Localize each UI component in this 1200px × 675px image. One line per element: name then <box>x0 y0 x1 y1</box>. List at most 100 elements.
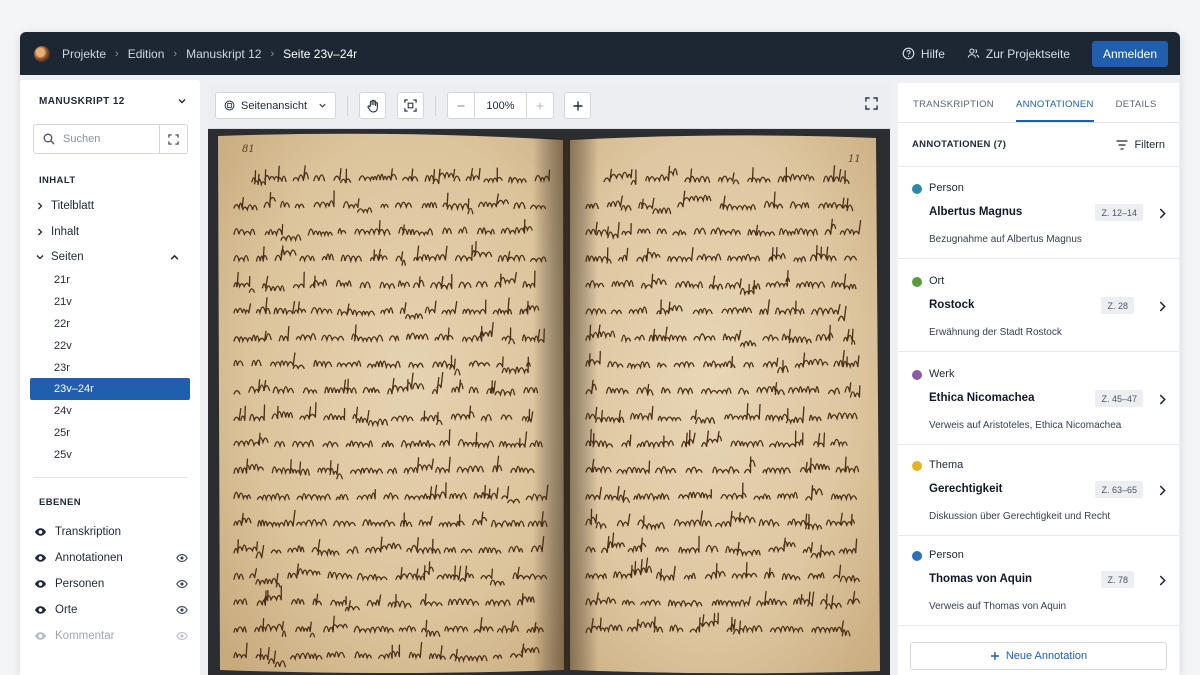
chevron-down-icon <box>319 103 326 108</box>
zoom-out-button[interactable] <box>448 93 474 118</box>
project-page-link[interactable]: Zur Projektseite <box>967 47 1070 61</box>
layer-annotationen[interactable]: Annotationen <box>34 548 188 568</box>
annotation-name: Ethica Nicomachea <box>929 392 1035 404</box>
breadcrumb-manuscript[interactable]: Manuskript 12 <box>186 47 261 61</box>
chevron-right-icon: › <box>270 47 275 60</box>
toolbar-divider <box>435 95 436 116</box>
page-item-22v[interactable]: 22v <box>30 335 190 357</box>
layer-personen[interactable]: Personen <box>34 574 188 594</box>
annotation-description: Bezugnahme auf Albertus Magnus <box>929 234 1082 245</box>
tab-annotationen[interactable]: ANNOTATIONEN <box>1015 99 1094 122</box>
annotation-card[interactable]: Person Albertus Magnus Z. 12–14 Bezugnahme … <box>898 168 1179 259</box>
page-item-23r[interactable]: 23r <box>30 357 190 379</box>
eye-icon[interactable] <box>34 553 47 563</box>
line-reference-badge: Z. 78 <box>1101 571 1134 588</box>
breadcrumb-edition[interactable]: Edition <box>128 47 165 61</box>
page-view-icon <box>224 100 235 111</box>
category-dot <box>912 370 922 380</box>
breadcrumb-projekte[interactable]: Projekte <box>62 47 106 61</box>
manuscript-selector[interactable]: MANUSKRIPT 12 <box>20 80 200 122</box>
chevron-right-icon <box>1159 301 1166 312</box>
visibility-icon[interactable] <box>176 579 188 589</box>
annotation-card[interactable]: Thema Gerechtigkeit Z. 63–65 Diskussion übe… <box>898 445 1179 536</box>
tree-item-label: Titelblatt <box>51 200 95 212</box>
tree-item-label: Seiten <box>51 251 84 263</box>
annotation-name: Thomas von Aquin <box>929 573 1033 585</box>
top-bar: Projekte › Edition › Manuskript 12 › Sei… <box>20 32 1180 75</box>
visibility-off-icon[interactable] <box>176 631 188 641</box>
tree-item-titelblatt[interactable]: Titelblatt <box>36 200 94 212</box>
search-field[interactable]: Suchen <box>33 124 188 154</box>
fit-page-button[interactable] <box>397 92 424 119</box>
zoom-in-disabled-button[interactable] <box>527 93 553 118</box>
page-item-25r[interactable]: 25r <box>30 422 190 444</box>
login-button[interactable]: Anmelden <box>1091 40 1168 67</box>
chevron-up-icon[interactable] <box>170 253 179 262</box>
sidebar: MANUSKRIPT 12 Suchen INHALT Titelblatt I… <box>20 80 200 675</box>
visibility-icon[interactable] <box>176 605 188 615</box>
chevron-right-icon <box>1159 575 1166 586</box>
tab-transkription[interactable]: TRANSKRIPTION <box>913 99 994 122</box>
annotation-type: Ort <box>929 275 945 287</box>
annotations-count: ANNOTATIONEN (7) <box>912 139 1007 150</box>
plus-icon <box>536 102 544 109</box>
tab-details[interactable]: DETAILS <box>1116 99 1157 122</box>
help-circle-icon <box>902 47 915 60</box>
annotation-card[interactable]: Ort Rostock Z. 28 Erwähnung der Stadt Rosto… <box>898 261 1179 352</box>
layer-kommentar[interactable]: Kommentar <box>34 626 188 646</box>
breadcrumb-current-page: Seite 23v–24r <box>283 46 358 61</box>
chevron-right-icon <box>1159 208 1166 219</box>
page-item-25v[interactable]: 25v <box>30 444 190 466</box>
zoom-in-button[interactable] <box>564 92 591 119</box>
page-item-23v-24r[interactable]: 23v–24r <box>30 378 190 400</box>
view-mode-select[interactable]: Seitenansicht <box>215 92 336 119</box>
fullscreen-icon <box>865 96 878 110</box>
fit-frame-icon <box>404 99 417 112</box>
pan-tool-button[interactable] <box>359 92 386 119</box>
eye-icon[interactable] <box>34 527 47 537</box>
help-link[interactable]: Hilfe <box>902 47 945 61</box>
chevron-right-icon <box>1159 394 1166 405</box>
line-reference-badge: Z. 63–65 <box>1095 481 1143 498</box>
layer-label: Personen <box>55 578 105 590</box>
page-item-21v[interactable]: 21v <box>30 291 190 313</box>
annotation-card[interactable]: Werk Ethica Nicomachea Z. 45–47 Verweis auf… <box>898 354 1179 445</box>
annotation-description: Erwähnung der Stadt Rostock <box>929 327 1062 338</box>
annotation-name: Rostock <box>929 299 975 311</box>
minus-icon <box>457 104 465 107</box>
tree-item-seiten[interactable]: Seiten <box>36 251 186 263</box>
folio-number-right: 11 <box>848 154 861 165</box>
page-item-22r[interactable]: 22r <box>30 313 190 335</box>
filter-button[interactable]: Filtern <box>1116 139 1165 151</box>
category-dot <box>912 551 922 561</box>
project-logo[interactable] <box>34 45 50 62</box>
tree-item-inhalt[interactable]: Inhalt <box>36 226 79 238</box>
zoom-level[interactable]: 100% <box>474 93 527 118</box>
eye-icon[interactable] <box>34 605 47 615</box>
layer-label: Kommentar <box>55 630 115 642</box>
layer-transkription[interactable]: Transkription <box>34 522 188 542</box>
frame-icon <box>168 133 179 145</box>
annotation-card[interactable]: Person Thomas von Aquin Z. 78 Verweis auf T… <box>898 535 1179 626</box>
visibility-icon[interactable] <box>176 553 188 563</box>
fullscreen-button[interactable] <box>865 96 878 115</box>
tree-item-label: Inhalt <box>51 226 80 238</box>
people-icon <box>967 48 980 58</box>
eye-icon[interactable] <box>34 579 47 589</box>
expand-search-button[interactable] <box>159 125 187 153</box>
page-item-24v[interactable]: 24v <box>30 400 190 422</box>
project-page-label: Zur Projektseite <box>985 46 1070 61</box>
line-reference-badge: Z. 12–14 <box>1095 204 1143 221</box>
page-item-21r[interactable]: 21r <box>30 269 190 291</box>
layer-label: Annotationen <box>55 552 123 564</box>
manuscript-spread[interactable]: 81 11 <box>208 130 890 675</box>
search-input[interactable]: Suchen <box>63 133 159 145</box>
chevron-right-icon <box>1159 485 1166 496</box>
layer-orte[interactable]: Orte <box>34 600 188 620</box>
breadcrumb: Projekte › Edition › Manuskript 12 › Sei… <box>62 47 357 61</box>
chevron-right-icon <box>38 202 43 210</box>
search-icon <box>43 133 55 145</box>
eye-icon[interactable] <box>34 631 47 641</box>
new-annotation-button[interactable]: Neue Annotation <box>910 642 1167 670</box>
chevron-right-icon: › <box>173 47 178 60</box>
